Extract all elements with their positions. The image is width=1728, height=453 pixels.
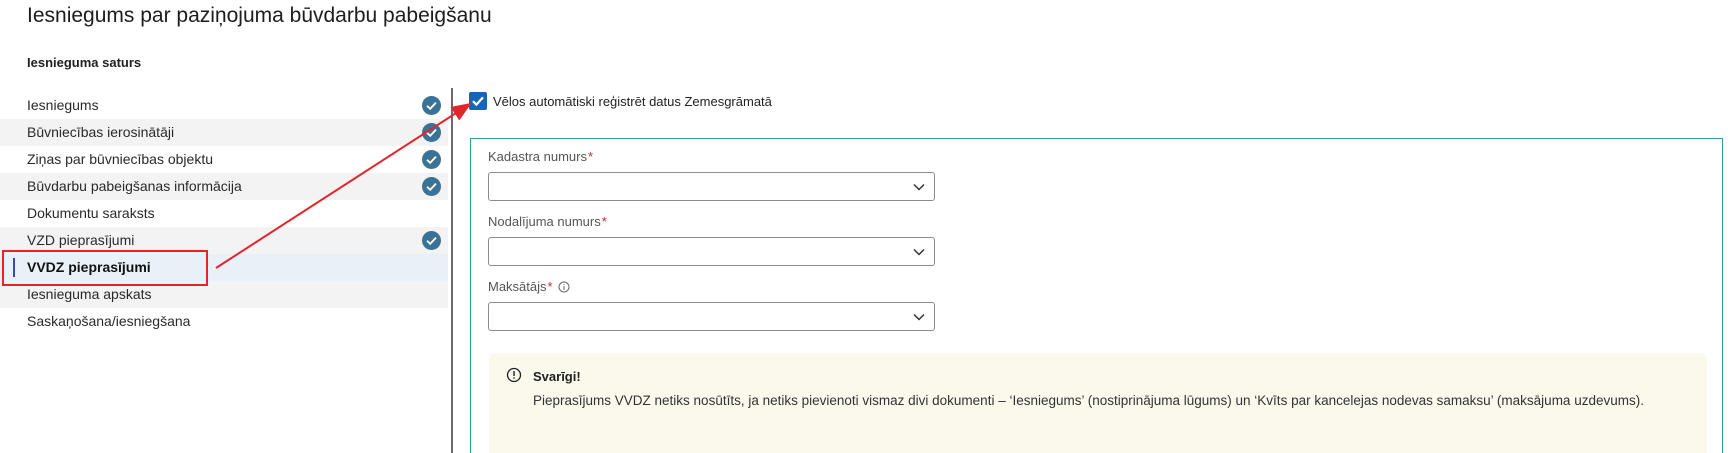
nav-item-label: Iesnieguma apskats (27, 286, 152, 302)
check-icon (422, 96, 441, 115)
required-mark: * (547, 279, 553, 294)
sidebar-nav: Iesniegums Būvniecības ierosinātāji Ziņa… (0, 92, 448, 335)
check-icon (422, 177, 441, 196)
nodalijuma-numurs-select[interactable] (488, 237, 935, 266)
nav-item-zinas-par-objektu[interactable]: Ziņas par būvniecības objektu (0, 146, 448, 173)
check-icon (422, 150, 441, 169)
nav-item-label: Būvdarbu pabeigšanas informācija (27, 178, 242, 194)
maksatajs-select[interactable] (488, 302, 935, 331)
annotation-highlight-box (2, 250, 208, 286)
auto-register-checkbox-label: Vēlos automātiski reģistrēt datus Zemesg… (493, 93, 772, 109)
required-mark: * (601, 214, 607, 229)
notice-text: Pieprasījums VVDZ netiks nosūtīts, ja ne… (533, 393, 1644, 408)
nav-item-label: Ziņas par būvniecības objektu (27, 151, 213, 167)
important-notice: Svarīgi! Pieprasījums VVDZ netiks nosūtī… (489, 353, 1707, 453)
page-title: Iesniegums par paziņojuma būvdarbu pabei… (27, 4, 492, 27)
vertical-divider (451, 88, 453, 453)
alert-circle-icon (506, 367, 522, 383)
nav-item-buvniecibas-ierosinataji[interactable]: Būvniecības ierosinātāji (0, 119, 448, 146)
auto-register-checkbox-row[interactable]: Vēlos automātiski reģistrēt datus Zemesg… (469, 91, 772, 111)
maksatajs-label: Maksātājs * (488, 279, 570, 294)
kadastra-numurs-label: Kadastra numurs * (488, 149, 593, 164)
check-icon (422, 123, 441, 142)
field-label-text: Kadastra numurs (488, 149, 587, 164)
nav-item-dokumentu-saraksts[interactable]: Dokumentu saraksts (0, 200, 448, 227)
check-icon (422, 231, 441, 250)
auto-register-checkbox[interactable] (469, 92, 487, 110)
nav-item-label: Saskaņošana/iesniegšana (27, 313, 191, 329)
nav-item-label: Būvniecības ierosinātāji (27, 124, 175, 140)
nav-item-buvdarbu-pabeigsanas-informacija[interactable]: Būvdarbu pabeigšanas informācija (0, 173, 448, 200)
field-label-text: Nodalījuma numurs (488, 214, 601, 229)
nav-item-label: Iesniegums (27, 97, 99, 113)
info-icon[interactable] (558, 281, 570, 293)
required-mark: * (588, 149, 594, 164)
kadastra-numurs-select[interactable] (488, 172, 935, 201)
nav-item-saskanosana-iesniegsana[interactable]: Saskaņošana/iesniegšana (0, 308, 448, 335)
checkmark-icon (472, 96, 484, 107)
chevron-down-icon (913, 248, 925, 256)
nav-item-label: Dokumentu saraksts (27, 205, 155, 221)
nav-item-label: VZD pieprasījumi (27, 232, 135, 248)
chevron-down-icon (913, 183, 925, 191)
field-label-text: Maksātājs (488, 279, 547, 294)
nav-item-iesniegums[interactable]: Iesniegums (0, 92, 448, 119)
chevron-down-icon (913, 313, 925, 321)
notice-title: Svarīgi! (533, 369, 581, 384)
nodalijuma-numurs-label: Nodalījuma numurs * (488, 214, 607, 229)
section-title: Iesnieguma saturs (27, 55, 142, 70)
